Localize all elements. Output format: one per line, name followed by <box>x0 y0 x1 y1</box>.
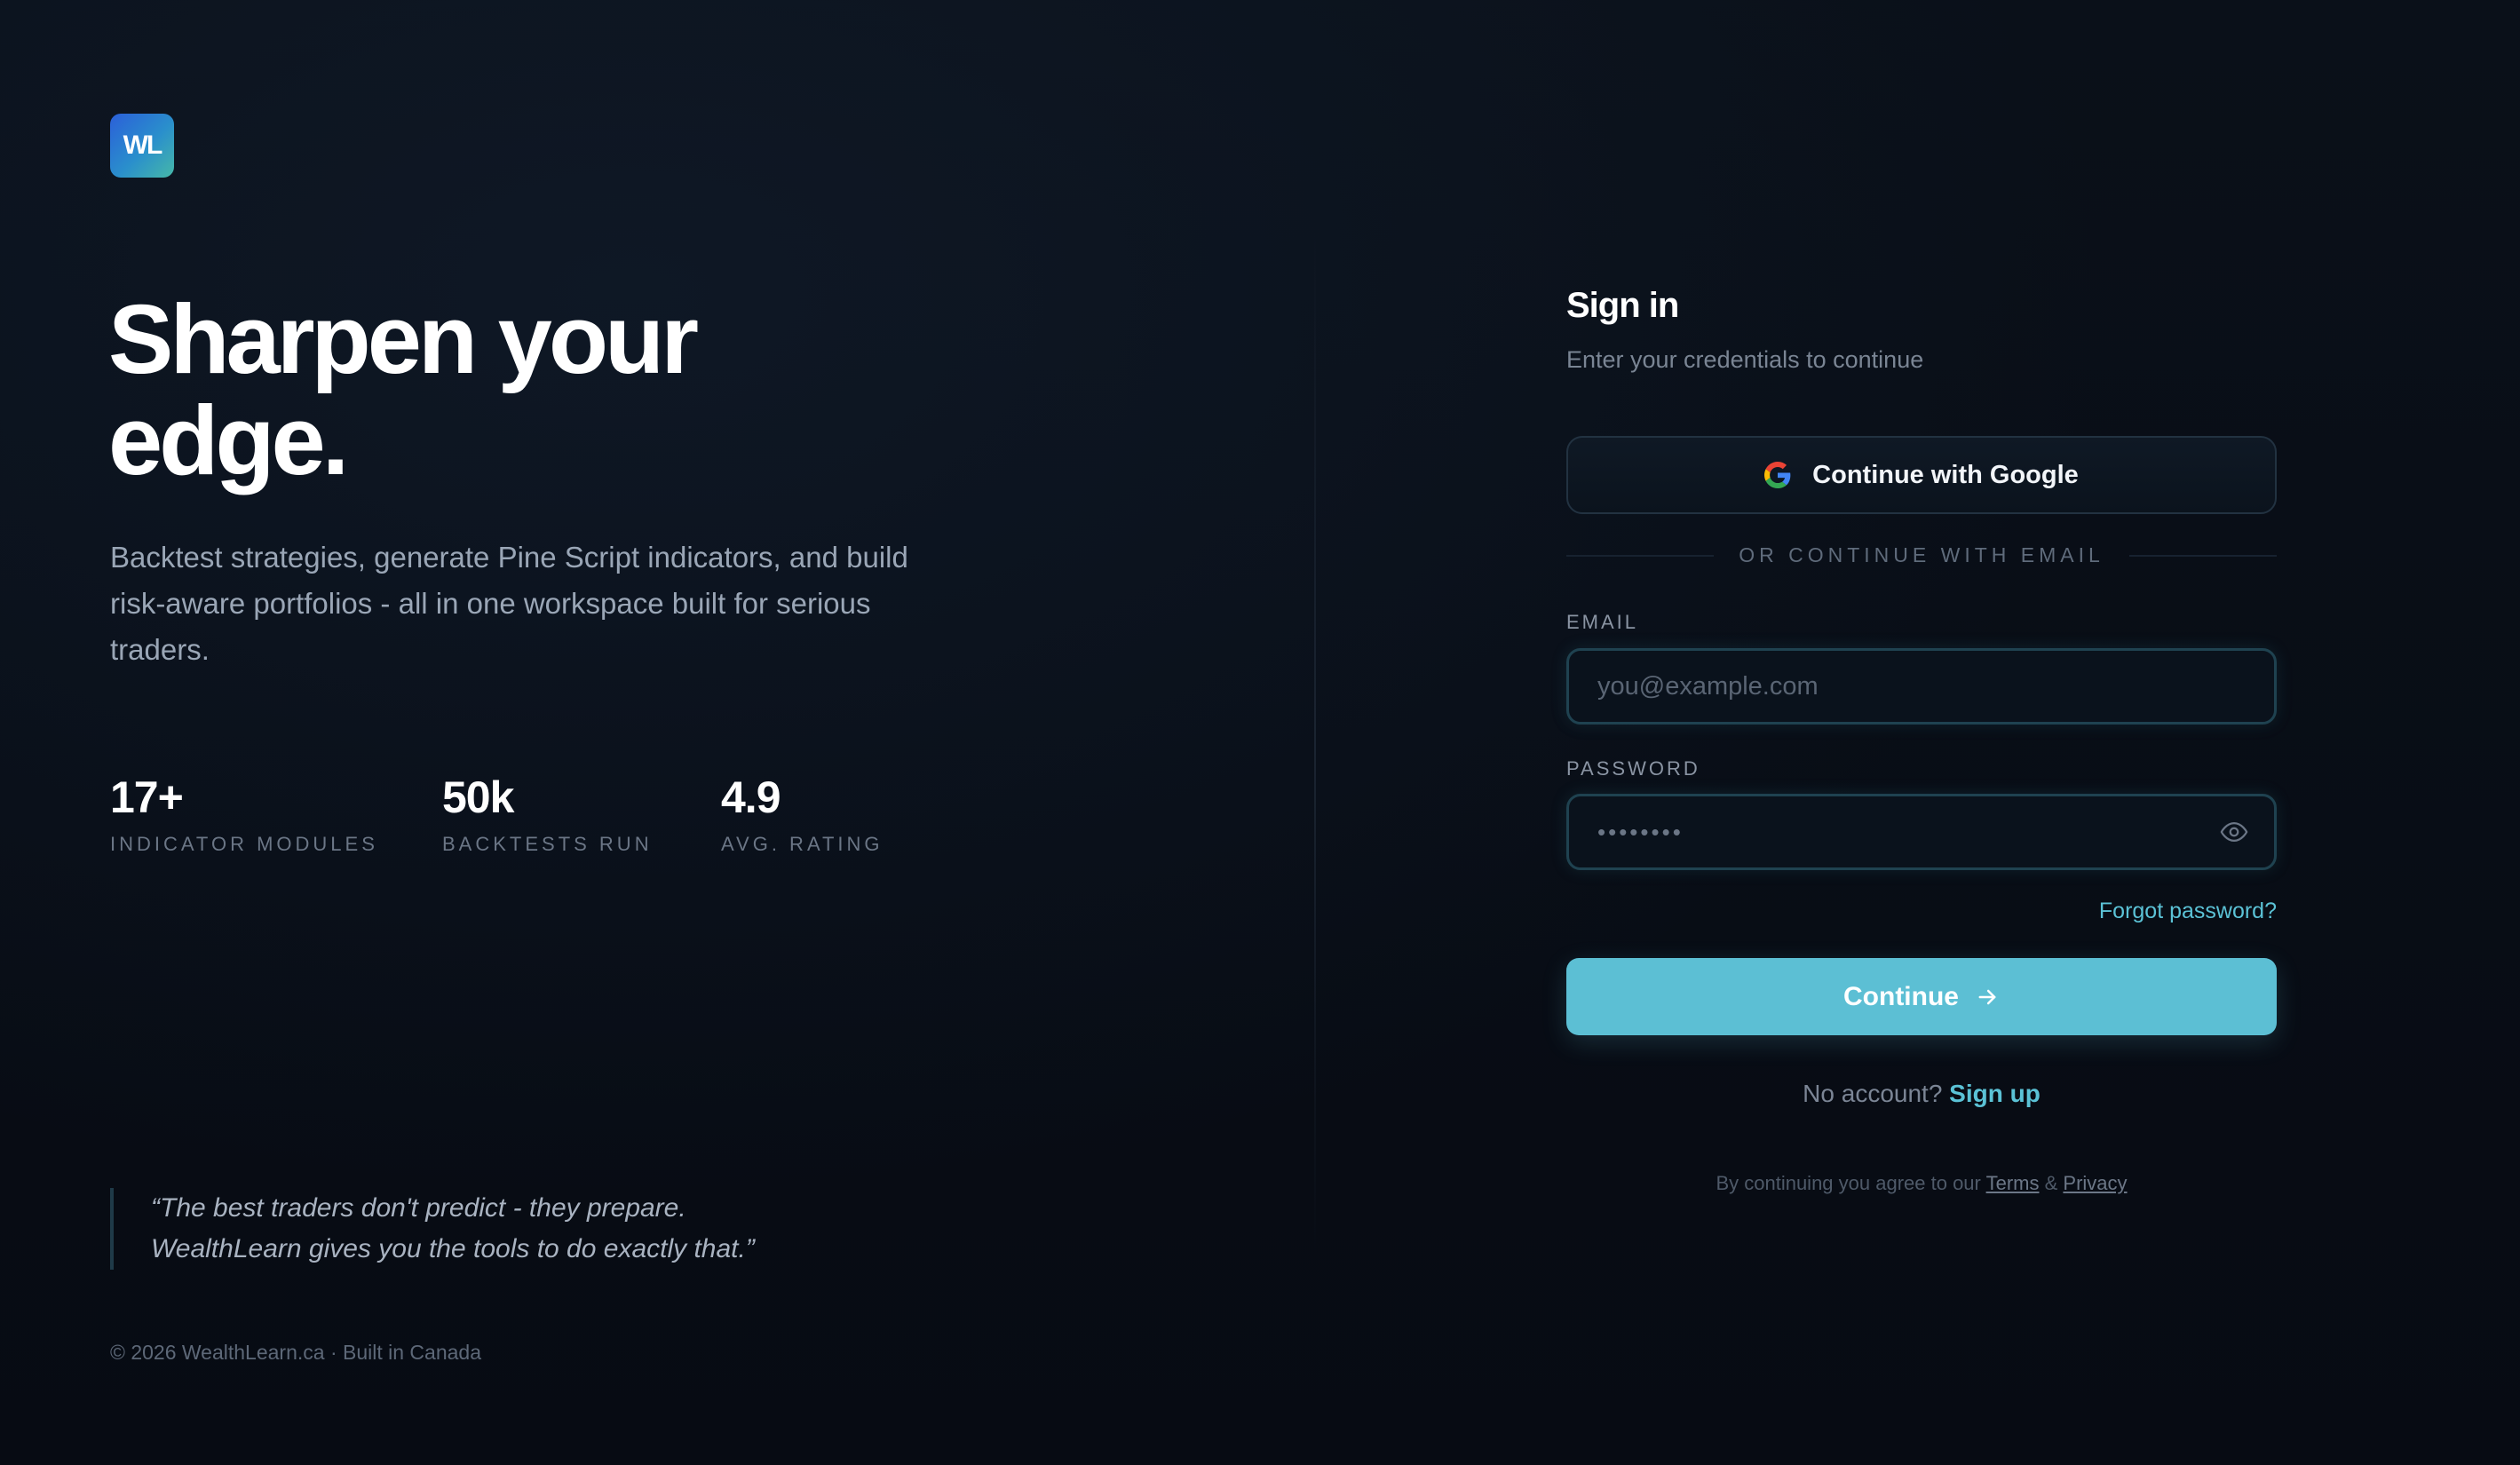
continue-button[interactable]: Continue <box>1566 958 2277 1035</box>
lede-line-3: traders. <box>110 633 210 666</box>
stat-value: 50k <box>442 772 514 822</box>
brand-logo[interactable]: WL <box>110 114 174 178</box>
password-label: PASSWORD <box>1566 757 1700 780</box>
stat-value: 4.9 <box>721 772 781 822</box>
footer-copyright: © 2026 WealthLearn.ca · Built in Canada <box>110 1341 481 1364</box>
privacy-link[interactable]: Privacy <box>2063 1172 2127 1194</box>
divider-line <box>2128 554 2277 557</box>
no-account-text: No account? <box>1803 1080 1943 1107</box>
logo-text: WL <box>123 131 163 160</box>
headline-line-1: Sharpen your <box>108 285 699 394</box>
password-field[interactable]: •••••••• <box>1566 794 2277 870</box>
email-field[interactable] <box>1569 651 2274 722</box>
stat-indicator-modules: 17+ INDICATOR MODULES <box>110 771 378 856</box>
signup-prompt: No account? Sign up <box>1566 1080 2277 1108</box>
stat-label: AVG. RATING <box>721 833 884 855</box>
email-label: EMAIL <box>1566 611 1639 633</box>
or-divider: OR CONTINUE WITH EMAIL <box>1566 543 2277 567</box>
stat-backtests-run: 50k BACKTESTS RUN <box>442 771 653 856</box>
or-divider-text: OR CONTINUE WITH EMAIL <box>1739 543 2104 566</box>
stat-label: INDICATOR MODULES <box>110 833 378 855</box>
lede-line-1: Backtest strategies, generate Pine Scrip… <box>110 541 908 574</box>
google-signin-button[interactable]: Continue with Google <box>1566 436 2277 514</box>
quote-line-1: “The best traders don't predict - they p… <box>151 1193 686 1223</box>
legal-prefix: By continuing you agree to our <box>1716 1172 1981 1194</box>
google-g-icon <box>1764 462 1791 488</box>
continue-button-label: Continue <box>1843 981 1959 1011</box>
password-masked-value: •••••••• <box>1597 818 1684 845</box>
quote-line-2: WealthLearn gives you the tools to do ex… <box>151 1234 755 1263</box>
divider-line <box>1566 554 1715 557</box>
email-field-wrapper <box>1566 648 2277 725</box>
google-button-label: Continue with Google <box>1812 460 2079 489</box>
signin-title: Sign in <box>1566 286 1679 325</box>
lede-line-2: risk-aware portfolios - all in one works… <box>110 587 871 620</box>
terms-link[interactable]: Terms <box>1986 1172 2040 1194</box>
hero-headline: Sharpen your edge. <box>108 289 819 492</box>
stat-avg-rating: 4.9 AVG. RATING <box>721 771 884 856</box>
signin-subtitle: Enter your credentials to continue <box>1566 346 1924 373</box>
legal-notice: By continuing you agree to our Terms & P… <box>1566 1172 2277 1195</box>
hero-description: Backtest strategies, generate Pine Scrip… <box>110 535 927 673</box>
stat-value: 17+ <box>110 772 184 822</box>
panel-divider <box>1314 231 1316 1261</box>
arrow-right-icon <box>1978 989 1996 1004</box>
legal-ampersand: & <box>2044 1172 2058 1194</box>
headline-line-2: edge. <box>108 386 349 495</box>
testimonial-quote: “The best traders don't predict - they p… <box>110 1188 755 1270</box>
eye-icon[interactable] <box>2219 817 2249 847</box>
stat-label: BACKTESTS RUN <box>442 833 653 855</box>
signup-link[interactable]: Sign up <box>1949 1080 2041 1107</box>
forgot-password-link[interactable]: Forgot password? <box>2099 899 2277 924</box>
